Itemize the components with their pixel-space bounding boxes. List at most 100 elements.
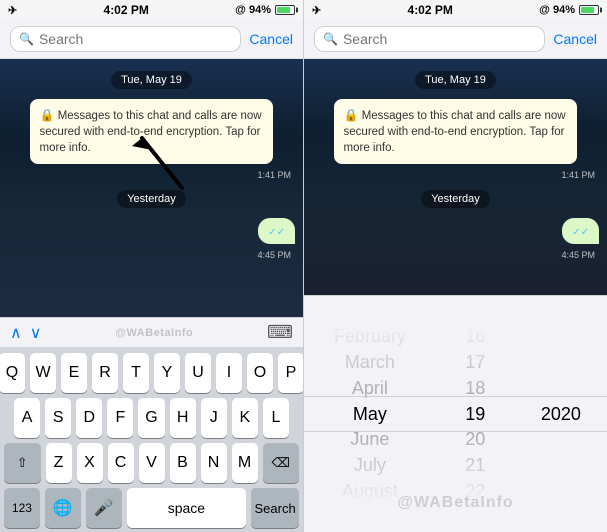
right-signal-text: @ 94% — [539, 4, 575, 16]
key-m[interactable]: M — [232, 443, 258, 483]
right-search-input[interactable] — [343, 31, 536, 47]
keyboard-row-2: A S D F G H J K L — [4, 398, 299, 438]
key-v[interactable]: V — [139, 443, 165, 483]
keyboard-row-1: Q W E R T Y U I O P — [4, 353, 299, 393]
picker-month-mar[interactable]: March — [304, 350, 436, 376]
key-search[interactable]: Search — [251, 488, 299, 528]
picker-month-feb[interactable]: February — [304, 324, 436, 350]
right-msg-time: 1:41 PM — [312, 170, 599, 180]
key-n[interactable]: N — [201, 443, 227, 483]
key-l[interactable]: L — [263, 398, 289, 438]
key-t[interactable]: T — [123, 353, 149, 393]
year-picker-column[interactable]: 2020 — [515, 324, 607, 504]
right-cancel-button[interactable]: Cancel — [553, 31, 597, 47]
picker-day-17[interactable]: 17 — [436, 350, 515, 376]
key-q[interactable]: Q — [0, 353, 25, 393]
left-search-wrapper[interactable]: 🔍 — [10, 26, 241, 52]
picker-year-empty5 — [515, 427, 607, 453]
picker-month-apr[interactable]: April — [304, 375, 436, 401]
right-battery-icon — [579, 5, 599, 15]
picker-day-20[interactable]: 20 — [436, 427, 515, 453]
key-numbers[interactable]: 123 — [4, 488, 40, 528]
left-bubble-time: 4:45 PM — [8, 250, 295, 260]
left-msg-bubble: ✓✓ — [258, 218, 295, 244]
picker-month-jul[interactable]: July — [304, 453, 436, 479]
keyboard-row-4: 123 🌐 🎤 space Search — [4, 488, 299, 528]
left-time: 4:02 PM — [104, 3, 149, 17]
right-system-message: 🔒 Messages to this chat and calls are no… — [334, 99, 578, 164]
right-search-wrapper[interactable]: 🔍 — [314, 26, 545, 52]
keyboard-icon[interactable]: ⌨ — [267, 322, 293, 343]
key-w[interactable]: W — [30, 353, 56, 393]
key-d[interactable]: D — [76, 398, 102, 438]
left-search-input[interactable] — [39, 31, 232, 47]
key-x[interactable]: X — [77, 443, 103, 483]
right-time: 4:02 PM — [408, 3, 453, 17]
key-c[interactable]: C — [108, 443, 134, 483]
keyboard: Q W E R T Y U I O P A S D F G H J K L ⇧ … — [0, 347, 303, 532]
right-bubble-time: 4:45 PM — [312, 250, 599, 260]
picker-day-16[interactable]: 16 — [436, 324, 515, 350]
keyboard-row-3: ⇧ Z X C V B N M ⌫ — [4, 443, 299, 483]
left-yesterday-badge: Yesterday — [117, 190, 186, 208]
nav-arrows: ∧ ∨ — [10, 323, 41, 343]
left-search-bar: 🔍 Cancel — [0, 20, 303, 59]
key-p[interactable]: P — [278, 353, 303, 393]
picker-month-may[interactable]: May — [304, 401, 436, 427]
left-system-message: 🔒 Messages to this chat and calls are no… — [30, 99, 274, 164]
key-e[interactable]: E — [61, 353, 87, 393]
right-yesterday-badge: Yesterday — [421, 190, 490, 208]
picker-year-empty6 — [515, 453, 607, 479]
day-picker-column[interactable]: 16 17 18 19 20 21 22 — [436, 324, 515, 504]
picker-year-2020[interactable]: 2020 — [515, 401, 607, 427]
key-globe[interactable]: 🌐 — [45, 488, 81, 528]
picker-year-empty7 — [515, 478, 607, 504]
right-msg-bubble: ✓✓ — [562, 218, 599, 244]
key-j[interactable]: J — [201, 398, 227, 438]
left-cancel-button[interactable]: Cancel — [249, 31, 293, 47]
key-delete[interactable]: ⌫ — [263, 443, 300, 483]
left-chat-area: Tue, May 19 🔒 Messages to this chat and … — [0, 59, 303, 317]
key-y[interactable]: Y — [154, 353, 180, 393]
key-g[interactable]: G — [138, 398, 164, 438]
right-search-icon: 🔍 — [323, 32, 338, 46]
right-status-icons: @ 94% — [539, 4, 599, 16]
left-nav-row: ∧ ∨ @WABetaInfo ⌨ — [0, 317, 303, 347]
picker-year-empty1 — [515, 324, 607, 350]
key-i[interactable]: I — [216, 353, 242, 393]
key-a[interactable]: A — [14, 398, 40, 438]
right-date-badge: Tue, May 19 — [415, 71, 496, 89]
right-chat-area: Tue, May 19 🔒 Messages to this chat and … — [304, 59, 607, 295]
right-search-bar: 🔍 Cancel — [304, 20, 607, 59]
nav-down-button[interactable]: ∨ — [30, 323, 42, 343]
key-b[interactable]: B — [170, 443, 196, 483]
right-status-bar: ✈ 4:02 PM @ 94% — [304, 0, 607, 20]
key-k[interactable]: K — [232, 398, 258, 438]
key-s[interactable]: S — [45, 398, 71, 438]
right-airplane-icon: ✈ — [312, 4, 321, 17]
key-z[interactable]: Z — [46, 443, 72, 483]
left-status-bar: ✈ 4:02 PM @ 94% — [0, 0, 303, 20]
left-panel: ✈ 4:02 PM @ 94% 🔍 Cancel Tue, May 19 🔒 M… — [0, 0, 303, 532]
key-o[interactable]: O — [247, 353, 273, 393]
month-picker-column[interactable]: February March April May June July Augus… — [304, 324, 436, 504]
picker-month-jun[interactable]: June — [304, 427, 436, 453]
date-picker[interactable]: February March April May June July Augus… — [304, 295, 607, 532]
key-r[interactable]: R — [92, 353, 118, 393]
search-icon: 🔍 — [19, 32, 34, 46]
picker-day-18[interactable]: 18 — [436, 375, 515, 401]
left-watermark: @WABetaInfo — [115, 327, 193, 339]
left-status-icons: @ 94% — [235, 4, 295, 16]
key-u[interactable]: U — [185, 353, 211, 393]
key-shift[interactable]: ⇧ — [4, 443, 41, 483]
key-f[interactable]: F — [107, 398, 133, 438]
airplane-icon: ✈ — [8, 4, 17, 17]
nav-up-button[interactable]: ∧ — [10, 323, 22, 343]
picker-day-19[interactable]: 19 — [436, 401, 515, 427]
key-h[interactable]: H — [170, 398, 196, 438]
key-space[interactable]: space — [127, 488, 247, 528]
signal-text: @ 94% — [235, 4, 271, 16]
right-watermark: @WABetaInfo — [397, 494, 513, 512]
picker-day-21[interactable]: 21 — [436, 453, 515, 479]
key-mic[interactable]: 🎤 — [86, 488, 122, 528]
